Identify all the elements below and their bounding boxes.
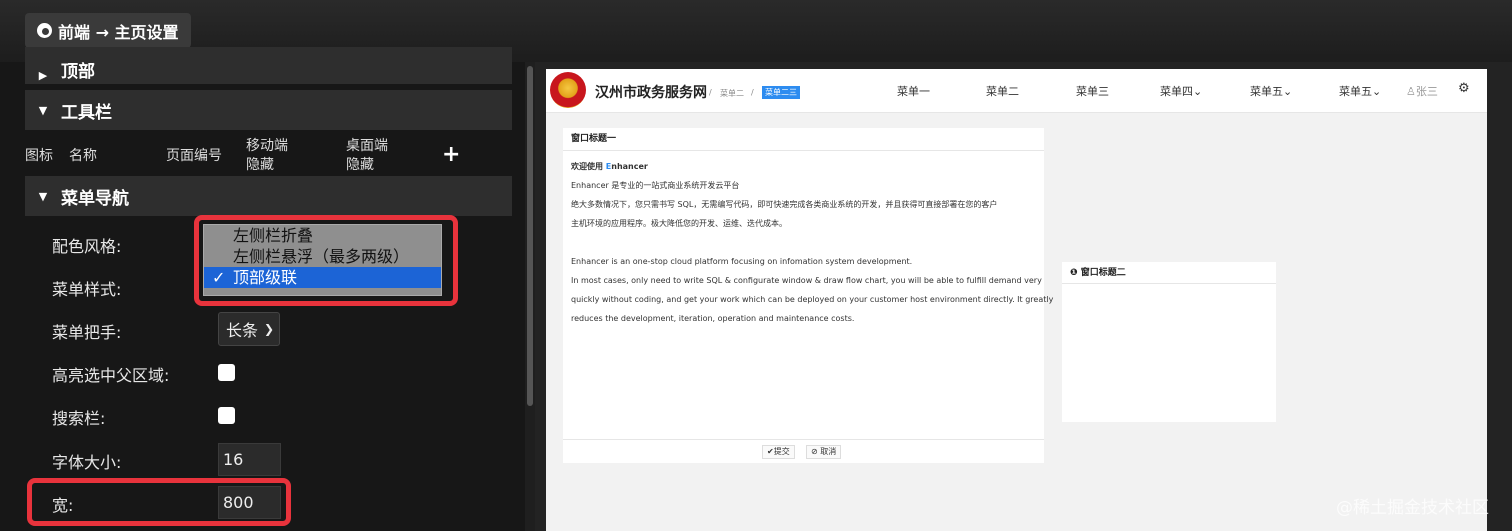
info-icon: ❶: [1070, 268, 1078, 278]
window-panel-1: 窗口标题一 欢迎使用 Enhancer Enhancer 是专业的一站式商业系统…: [563, 128, 1054, 463]
window-body-1: 欢迎使用 Enhancer Enhancer 是专业的一站式商业系统开发云平台 …: [563, 151, 1054, 334]
body-line: quickly without coding, and get your wor…: [571, 295, 1054, 304]
preview-page: 汉州市政务服务网 / 菜单二 / 菜单二三 菜单一 菜单二 菜单三 菜单四⌄ 菜…: [546, 69, 1487, 531]
breadcrumb[interactable]: 前端 → 主页设置: [25, 13, 191, 48]
column-header-page-no: 页面编号: [166, 148, 222, 164]
menu-item-label: 菜单五: [1339, 85, 1372, 98]
body-line: 主机环境的应用程序。极大降低您的开发、运维、迭代成本。: [571, 219, 787, 228]
gear-icon[interactable]: ⚙: [1458, 81, 1470, 96]
section-menu-nav[interactable]: ▼ 菜单导航: [25, 176, 512, 216]
column-header-desktop-hide: 桌面端 隐藏: [346, 138, 388, 173]
menu-item[interactable]: 菜单三: [1076, 83, 1109, 99]
highlight-annotation: [194, 215, 458, 306]
body-line: Enhancer is an one-stop cloud platform f…: [571, 257, 913, 266]
menu-item-dropdown[interactable]: 菜单四⌄: [1160, 83, 1202, 99]
search-bar-checkbox[interactable]: [218, 407, 235, 424]
highlight-parent-label: 高亮选中父区域:: [52, 366, 170, 385]
highlight-annotation: [27, 478, 291, 526]
chevron-down-icon: ⌄: [1372, 85, 1382, 98]
user-menu[interactable]: ♙张三: [1406, 83, 1438, 99]
menu-item-label: 菜单五: [1250, 85, 1283, 98]
menu-handle-select[interactable]: 长条 ❯: [218, 312, 280, 346]
body-line: reduces the development, iteration, oper…: [571, 314, 855, 323]
window-title-2-label: 窗口标题二: [1080, 268, 1126, 278]
body-line: Enhancer 是专业的一站式商业系统开发云平台: [571, 181, 740, 190]
user-icon: ♙: [1406, 85, 1416, 98]
section-toolbar[interactable]: ▼ 工具栏: [25, 90, 512, 130]
menu-item-dropdown[interactable]: 菜单五⌄: [1250, 83, 1292, 99]
cancel-button[interactable]: ⊘ 取消: [806, 445, 842, 459]
highlight-parent-checkbox[interactable]: [218, 364, 235, 381]
section-top[interactable]: ▶ 顶部: [25, 47, 512, 84]
breadcrumb-item[interactable]: 菜单二: [720, 88, 744, 99]
chevron-down-icon: ⌄: [1193, 85, 1203, 98]
body-line: In most cases, only need to write SQL & …: [571, 276, 1042, 285]
menu-item-label: 菜单四: [1160, 85, 1193, 98]
window-title-2: ❶ 窗口标题二: [1062, 262, 1276, 284]
user-name: 张三: [1415, 85, 1438, 98]
caret-right-icon: ▶: [38, 69, 48, 82]
column-header-icon: 图标: [25, 148, 53, 164]
menu-handle-label: 菜单把手:: [52, 323, 122, 342]
window-panel-2: ❶ 窗口标题二: [1062, 262, 1276, 422]
chevron-down-icon: ❯: [264, 322, 275, 336]
section-top-label: 顶部: [61, 62, 95, 82]
menu-item-dropdown[interactable]: 菜单五⌄: [1339, 83, 1381, 99]
body-line: [571, 233, 1036, 252]
breadcrumb-sep: /: [709, 88, 712, 97]
body-line: 绝大多数情况下，您只需书写 SQL，无需编写代码，即可快速完成各类商业系统的开发…: [571, 200, 998, 209]
section-menu-nav-label: 菜单导航: [61, 188, 129, 209]
chrome-icon: [37, 23, 52, 38]
font-size-input[interactable]: 16: [218, 443, 281, 476]
chevron-down-icon: ⌄: [1283, 85, 1293, 98]
column-header-name: 名称: [69, 148, 97, 164]
breadcrumb-sep: /: [751, 88, 754, 97]
scrollbar-thumb[interactable]: [527, 66, 533, 406]
menu-item[interactable]: 菜单二: [986, 83, 1019, 99]
section-toolbar-label: 工具栏: [61, 102, 112, 123]
preview-header: 汉州市政务服务网 / 菜单二 / 菜单二三 菜单一 菜单二 菜单三 菜单四⌄ 菜…: [546, 69, 1487, 113]
color-style-label: 配色风格:: [52, 237, 122, 256]
watermark: @稀土掘金技术社区: [1336, 498, 1489, 518]
breadcrumb-item-active[interactable]: 菜单二三: [762, 86, 800, 99]
menu-handle-value: 长条: [226, 321, 259, 340]
submit-button[interactable]: ✔提交: [762, 445, 795, 459]
window-title-1: 窗口标题一: [563, 128, 1044, 151]
breadcrumb-text: 前端 → 主页设置: [58, 22, 179, 42]
menu-item[interactable]: 菜单一: [897, 83, 930, 99]
add-button[interactable]: +: [442, 142, 460, 167]
font-size-label: 字体大小:: [52, 453, 122, 472]
search-bar-label: 搜索栏:: [52, 409, 106, 428]
column-header-mobile-hide: 移动端 隐藏: [246, 138, 288, 173]
site-title: 汉州市政务服务网: [595, 85, 707, 101]
national-emblem-icon: [550, 72, 586, 108]
caret-down-icon: ▼: [38, 103, 48, 117]
window-footer-1: ✔提交 ⊘ 取消: [563, 439, 1044, 463]
welcome-line: 欢迎使用 Enhancer: [571, 162, 648, 171]
caret-down-icon: ▼: [38, 189, 48, 203]
menu-style-label: 菜单样式:: [52, 280, 122, 299]
